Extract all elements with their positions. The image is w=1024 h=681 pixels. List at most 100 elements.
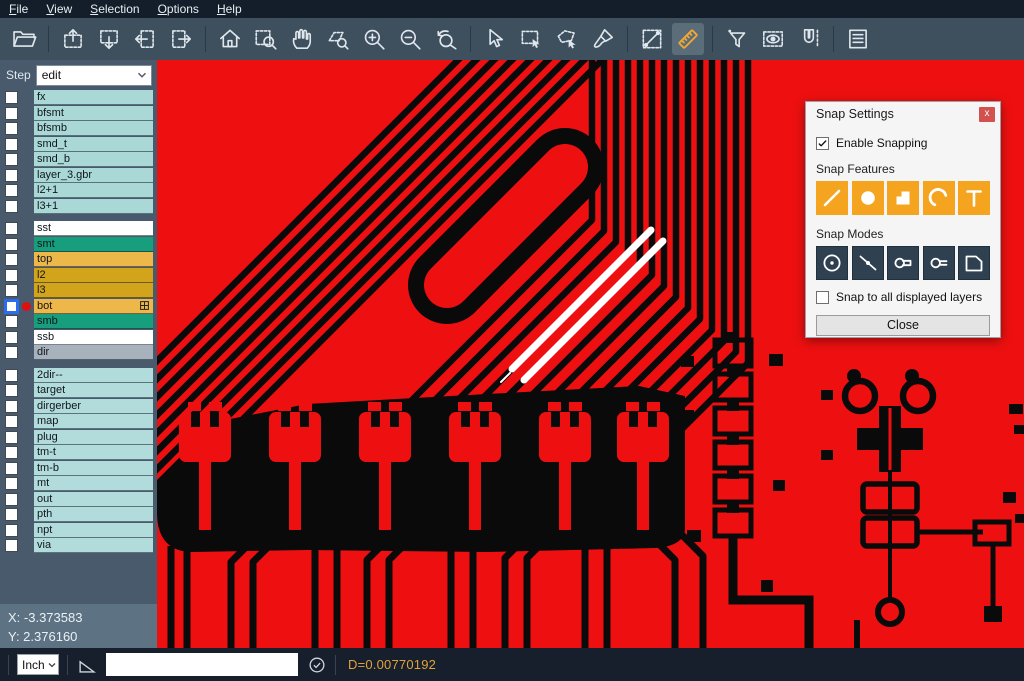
layer-name[interactable]: l2+1 bbox=[34, 183, 153, 198]
layer-visibility-checkbox[interactable] bbox=[5, 331, 18, 344]
layer-visibility-checkbox[interactable] bbox=[5, 269, 18, 282]
mode-button-line-point-snap[interactable] bbox=[852, 246, 884, 280]
layer-name[interactable]: pth bbox=[34, 507, 153, 522]
layer-visibility-checkbox[interactable] bbox=[5, 539, 18, 552]
layer-visibility-checkbox[interactable] bbox=[5, 300, 18, 313]
layer-row-sst[interactable]: sst bbox=[0, 221, 157, 237]
layer-visibility-checkbox[interactable] bbox=[5, 493, 18, 506]
menu-item-help[interactable]: Help bbox=[208, 0, 251, 18]
layer-name[interactable]: 2dir-- bbox=[34, 368, 153, 383]
layer-name[interactable]: smd_t bbox=[34, 137, 153, 152]
layer-visibility-checkbox[interactable] bbox=[5, 446, 18, 459]
feature-button-text-snap[interactable] bbox=[958, 181, 990, 215]
layer-name[interactable]: l3 bbox=[34, 283, 153, 298]
enable-snapping-row[interactable]: Enable Snapping bbox=[816, 136, 990, 150]
toolbar-button-pan-hand[interactable] bbox=[286, 23, 318, 55]
toolbar-button-open-folder[interactable] bbox=[8, 23, 40, 55]
layer-name[interactable]: dir bbox=[34, 345, 153, 360]
layer-row-l2[interactable]: l2 bbox=[0, 268, 157, 284]
layer-name[interactable]: ssb bbox=[34, 330, 153, 345]
layer-visibility-checkbox[interactable] bbox=[5, 91, 18, 104]
layer-visibility-checkbox[interactable] bbox=[5, 222, 18, 235]
layer-name[interactable]: mt bbox=[34, 476, 153, 491]
layer-row-fx[interactable]: fx bbox=[0, 90, 157, 106]
toolbar-button-report-log[interactable] bbox=[842, 23, 874, 55]
layer-name[interactable]: smt bbox=[34, 237, 153, 252]
feature-button-pad-snap[interactable] bbox=[852, 181, 884, 215]
layer-row-map[interactable]: map bbox=[0, 414, 157, 430]
layer-row-mt[interactable]: mt bbox=[0, 476, 157, 492]
layer-name[interactable]: sst bbox=[34, 221, 153, 236]
layer-name[interactable]: dirgerber bbox=[34, 399, 153, 414]
layer-name[interactable]: bfsmt bbox=[34, 106, 153, 121]
layer-name[interactable]: via bbox=[34, 538, 153, 553]
layer-row-bfsmb[interactable]: bfsmb bbox=[0, 121, 157, 137]
feature-button-arc-snap[interactable] bbox=[923, 181, 955, 215]
feature-button-line-snap[interactable] bbox=[816, 181, 848, 215]
toolbar-button-select-cursor[interactable] bbox=[479, 23, 511, 55]
layer-name[interactable]: out bbox=[34, 492, 153, 507]
toolbar-button-zoom-out[interactable] bbox=[394, 23, 426, 55]
mode-button-corner-snap[interactable] bbox=[958, 246, 990, 280]
layer-visibility-checkbox[interactable] bbox=[5, 346, 18, 359]
layer-visibility-checkbox[interactable] bbox=[5, 508, 18, 521]
layer-visibility-checkbox[interactable] bbox=[5, 369, 18, 382]
layer-row-layer-3-gbr[interactable]: layer_3.gbr bbox=[0, 168, 157, 184]
layer-name[interactable]: plug bbox=[34, 430, 153, 445]
layer-name[interactable]: tm-t bbox=[34, 445, 153, 460]
toolbar-button-view-options[interactable] bbox=[757, 23, 789, 55]
menu-item-file[interactable]: File bbox=[0, 0, 37, 18]
layer-name[interactable]: bot bbox=[34, 299, 153, 314]
layer-row-target[interactable]: target bbox=[0, 383, 157, 399]
step-select[interactable]: edit bbox=[36, 65, 152, 86]
command-input[interactable] bbox=[106, 653, 298, 676]
mode-button-slot-open-snap[interactable] bbox=[923, 246, 955, 280]
layer-row-out[interactable]: out bbox=[0, 492, 157, 508]
layer-name[interactable]: target bbox=[34, 383, 153, 398]
toolbar-button-home-view[interactable] bbox=[214, 23, 246, 55]
menu-item-options[interactable]: Options bbox=[149, 0, 208, 18]
layer-row-l3[interactable]: l3 bbox=[0, 283, 157, 299]
layer-name[interactable]: top bbox=[34, 252, 153, 267]
toolbar-button-snap-magnet[interactable] bbox=[793, 23, 825, 55]
layer-row-smd-b[interactable]: smd_b bbox=[0, 152, 157, 168]
layer-name[interactable]: smb bbox=[34, 314, 153, 329]
layer-row-top[interactable]: top bbox=[0, 252, 157, 268]
layer-name[interactable]: map bbox=[34, 414, 153, 429]
layer-visibility-checkbox[interactable] bbox=[5, 169, 18, 182]
layer-name[interactable]: bfsmb bbox=[34, 121, 153, 136]
layer-visibility-checkbox[interactable] bbox=[5, 477, 18, 490]
toolbar-button-measure-line[interactable] bbox=[636, 23, 668, 55]
layer-visibility-checkbox[interactable] bbox=[5, 400, 18, 413]
close-button[interactable]: Close bbox=[816, 315, 990, 336]
enable-snapping-checkbox[interactable] bbox=[816, 137, 829, 150]
layer-row-tm-t[interactable]: tm-t bbox=[0, 445, 157, 461]
apply-check-icon[interactable] bbox=[307, 655, 327, 675]
layer-row-smd-t[interactable]: smd_t bbox=[0, 137, 157, 153]
layer-name[interactable]: npt bbox=[34, 523, 153, 538]
layer-row-ssb[interactable]: ssb bbox=[0, 330, 157, 346]
layer-name[interactable]: smd_b bbox=[34, 152, 153, 167]
mode-button-center-snap[interactable] bbox=[816, 246, 848, 280]
mode-button-slot-closed-snap[interactable] bbox=[887, 246, 919, 280]
toolbar-button-select-rectangle[interactable] bbox=[515, 23, 547, 55]
toolbar-button-zoom-previous[interactable] bbox=[430, 23, 462, 55]
toolbar-button-filter[interactable] bbox=[721, 23, 753, 55]
layer-visibility-checkbox[interactable] bbox=[5, 284, 18, 297]
layer-visibility-checkbox[interactable] bbox=[5, 200, 18, 213]
feature-button-surface-snap[interactable] bbox=[887, 181, 919, 215]
toolbar-button-zoom-object[interactable] bbox=[322, 23, 354, 55]
layer-row-via[interactable]: via bbox=[0, 538, 157, 554]
layer-row-bot[interactable]: bot bbox=[0, 299, 157, 315]
layer-row-2dir-[interactable]: 2dir-- bbox=[0, 368, 157, 384]
layer-visibility-checkbox[interactable] bbox=[5, 138, 18, 151]
menu-item-selection[interactable]: Selection bbox=[81, 0, 148, 18]
dialog-title-bar[interactable]: Snap Settings x bbox=[806, 102, 1000, 126]
layer-row-bfsmt[interactable]: bfsmt bbox=[0, 106, 157, 122]
toolbar-button-zoom-in[interactable] bbox=[358, 23, 390, 55]
layer-visibility-checkbox[interactable] bbox=[5, 107, 18, 120]
layer-visibility-checkbox[interactable] bbox=[5, 315, 18, 328]
toolbar-button-view-right[interactable] bbox=[165, 23, 197, 55]
layer-row-dir[interactable]: dir bbox=[0, 345, 157, 361]
layer-name[interactable]: l2 bbox=[34, 268, 153, 283]
